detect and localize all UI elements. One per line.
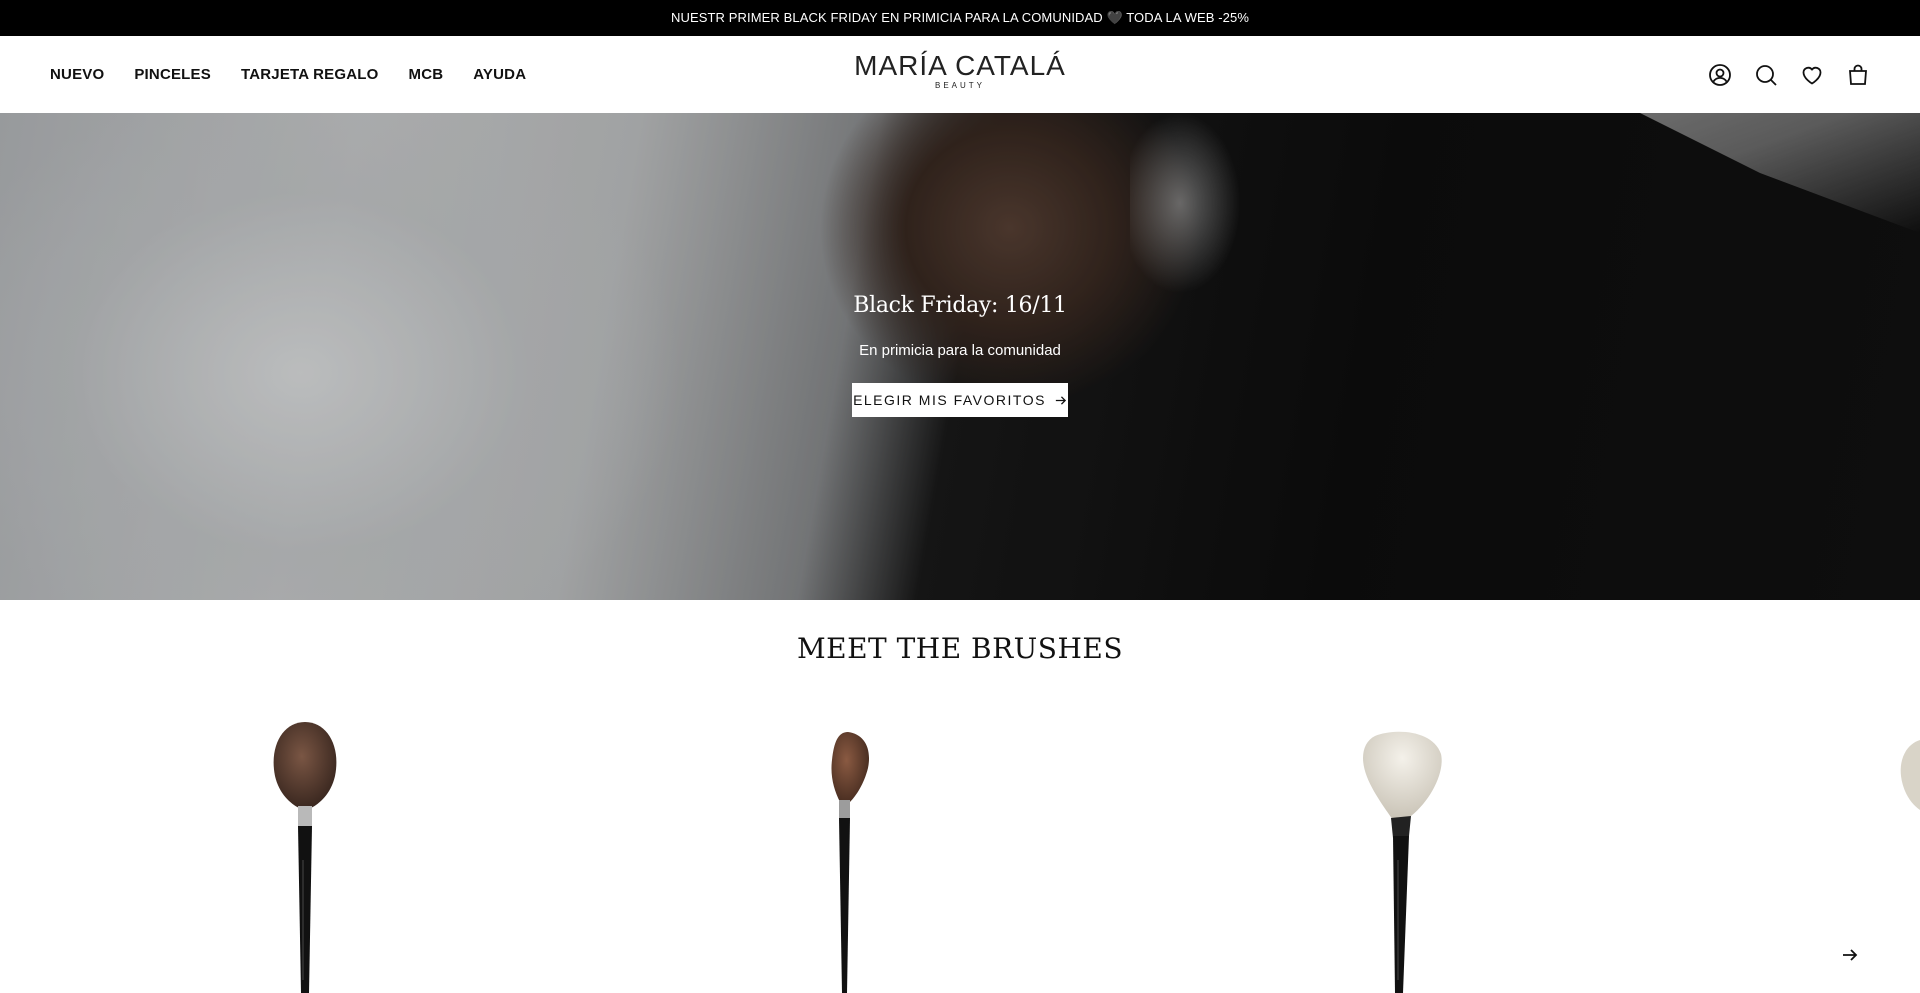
nav-item-ayuda[interactable]: AYUDA: [473, 66, 526, 83]
announcement-text: NUESTR PRIMER BLACK FRIDAY EN PRIMICIA P…: [670, 10, 1249, 25]
product-card-brush-3[interactable]: [1345, 730, 1455, 993]
logo-wordmark: MARÍA CATALÁ: [854, 50, 1066, 81]
nav-item-nuevo[interactable]: NUEVO: [50, 66, 104, 83]
nav-item-mcb[interactable]: MCB: [409, 66, 444, 83]
hero-banner: Black Friday: 16/11 En primicia para la …: [0, 113, 1920, 600]
account-icon[interactable]: [1708, 63, 1732, 87]
arrow-right-icon: [1055, 395, 1066, 405]
heart-icon[interactable]: [1800, 63, 1824, 87]
product-card-brush-2[interactable]: [810, 730, 880, 993]
hero-cta-label: ELEGIR MIS FAVORITOS: [853, 392, 1046, 408]
hero-title: Black Friday: 16/11: [853, 293, 1067, 318]
site-logo[interactable]: MARÍA CATALÁ BEAUTY: [854, 50, 1066, 91]
arrow-right-icon: [1843, 949, 1858, 961]
site-header: NUEVO PINCELES TARJETA REGALO MCB AYUDA …: [0, 36, 1920, 113]
header-icons: [1708, 36, 1870, 113]
nav-item-pinceles[interactable]: PINCELES: [134, 66, 211, 83]
carousel-next-button[interactable]: [1830, 935, 1870, 975]
logo-subtitle: BEAUTY: [934, 81, 985, 90]
hero-cta-button[interactable]: ELEGIR MIS FAVORITOS: [852, 383, 1068, 417]
product-card-brush-1[interactable]: [255, 720, 355, 993]
announcement-bar: NUESTR PRIMER BLACK FRIDAY EN PRIMICIA P…: [0, 0, 1920, 36]
product-carousel: [0, 700, 1920, 993]
nav-item-tarjeta-regalo[interactable]: TARJETA REGALO: [241, 66, 379, 83]
bag-icon[interactable]: [1846, 63, 1870, 87]
main-nav: NUEVO PINCELES TARJETA REGALO MCB AYUDA: [50, 36, 556, 113]
section-title: MEET THE BRUSHES: [796, 632, 1124, 665]
hero-content: Black Friday: 16/11 En primicia para la …: [0, 113, 1920, 600]
search-icon[interactable]: [1754, 63, 1778, 87]
hero-subtitle: En primicia para la comunidad: [859, 342, 1061, 359]
product-card-brush-4[interactable]: [1895, 740, 1920, 993]
